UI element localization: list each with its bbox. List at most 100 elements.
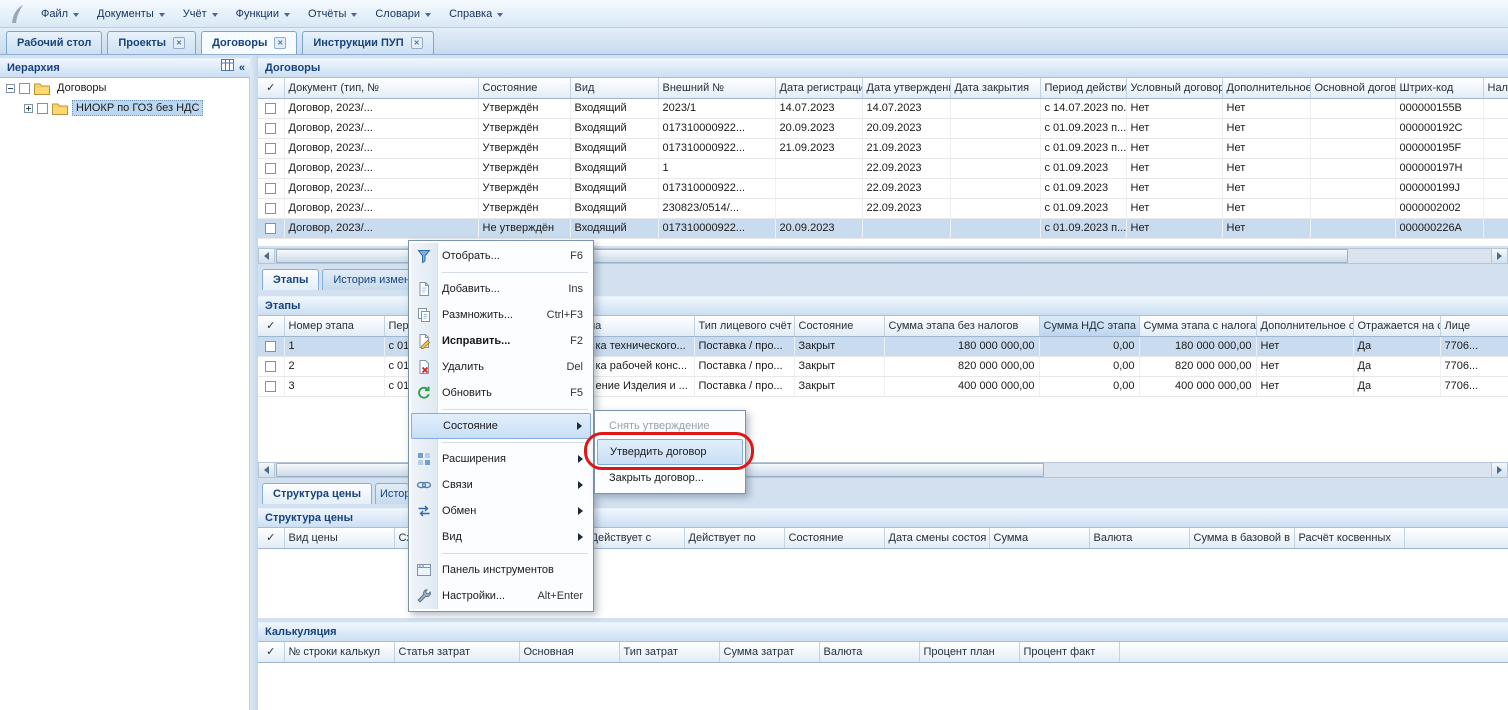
scroll-left-icon[interactable] bbox=[259, 249, 275, 263]
tree-node-niokr[interactable]: НИОКР по ГОЗ без НДС bbox=[0, 98, 249, 118]
tab-projects[interactable]: Проекты bbox=[107, 31, 196, 54]
column-header[interactable]: Основная bbox=[519, 642, 619, 662]
tab-pup-instructions[interactable]: Инструкции ПУП bbox=[302, 31, 433, 54]
menu-functions[interactable]: Функции bbox=[227, 4, 299, 24]
row-checkbox[interactable] bbox=[265, 123, 276, 134]
node-checkbox[interactable] bbox=[19, 83, 30, 94]
column-header[interactable]: Дата закрытия bbox=[950, 78, 1040, 98]
collapse-node-icon[interactable] bbox=[6, 84, 15, 93]
menu-item-view[interactable]: Вид bbox=[411, 524, 591, 550]
tab-contracts[interactable]: Договоры bbox=[201, 31, 297, 54]
table-row[interactable]: Договор, 2023/...УтверждёнВходящий017310… bbox=[258, 178, 1508, 198]
column-header[interactable] bbox=[1404, 528, 1508, 548]
column-header[interactable]: Дата утверждения bbox=[862, 78, 950, 98]
row-checkbox[interactable] bbox=[265, 203, 276, 214]
row-checkbox[interactable] bbox=[265, 223, 276, 234]
menu-item-close-contract[interactable]: Закрыть договор... bbox=[597, 465, 743, 491]
table-row[interactable]: Договор, 2023/...Не утверждёнВходящий017… bbox=[258, 218, 1508, 238]
menu-file[interactable]: Файл bbox=[32, 4, 88, 24]
collapse-panel-icon[interactable] bbox=[239, 59, 245, 77]
row-checkbox[interactable] bbox=[265, 163, 276, 174]
menu-item-edit[interactable]: Исправить...F2 bbox=[411, 328, 591, 354]
column-header[interactable]: Лице bbox=[1440, 316, 1508, 336]
column-header[interactable]: Действует с bbox=[586, 528, 684, 548]
row-checkbox[interactable] bbox=[265, 183, 276, 194]
column-header[interactable]: Вид bbox=[570, 78, 658, 98]
menu-help[interactable]: Справка bbox=[440, 4, 512, 24]
menu-item-filter[interactable]: Отобрать...F6 bbox=[411, 243, 591, 269]
column-header[interactable]: Состояние bbox=[784, 528, 884, 548]
row-checkbox[interactable] bbox=[265, 381, 276, 392]
select-all-header[interactable]: ✓ bbox=[258, 316, 284, 336]
menu-item-extensions[interactable]: Расширения bbox=[411, 446, 591, 472]
table-row[interactable]: Договор, 2023/...УтверждёнВходящий2023/1… bbox=[258, 98, 1508, 118]
close-tab-icon[interactable] bbox=[274, 37, 286, 49]
column-header[interactable]: Расчёт косвенных bbox=[1294, 528, 1404, 548]
hierarchy-view-icon[interactable] bbox=[221, 59, 234, 77]
tab-stages[interactable]: Этапы bbox=[262, 269, 319, 290]
column-header[interactable]: Сумма этапа с налогами bbox=[1139, 316, 1256, 336]
column-header[interactable]: Состояние bbox=[478, 78, 570, 98]
tree-node-contracts[interactable]: Договоры bbox=[0, 78, 249, 98]
panel-splitter[interactable] bbox=[250, 55, 258, 710]
column-header[interactable]: Валюта bbox=[1089, 528, 1189, 548]
column-header[interactable]: Внешний № bbox=[658, 78, 775, 98]
column-header[interactable]: Нало bbox=[1483, 78, 1508, 98]
column-header[interactable]: Условный договор bbox=[1126, 78, 1222, 98]
row-checkbox[interactable] bbox=[265, 341, 276, 352]
column-header[interactable]: Штрих-код bbox=[1395, 78, 1483, 98]
menu-item-refresh[interactable]: ОбновитьF5 bbox=[411, 380, 591, 406]
column-header[interactable]: Процент факт bbox=[1019, 642, 1119, 662]
menu-accounting[interactable]: Учёт bbox=[174, 4, 227, 24]
row-checkbox[interactable] bbox=[265, 143, 276, 154]
select-all-header[interactable]: ✓ bbox=[258, 528, 284, 548]
scroll-right-icon[interactable] bbox=[1491, 249, 1507, 263]
menu-item-delete[interactable]: УдалитьDel bbox=[411, 354, 591, 380]
node-checkbox[interactable] bbox=[37, 103, 48, 114]
column-header[interactable]: Тип затрат bbox=[619, 642, 719, 662]
row-checkbox[interactable] bbox=[265, 361, 276, 372]
column-header[interactable]: Сумма НДС этапа bbox=[1039, 316, 1139, 336]
column-header[interactable]: Документ (тип, № bbox=[284, 78, 478, 98]
menu-item-duplicate[interactable]: Размножить...Ctrl+F3 bbox=[411, 302, 591, 328]
tab-price-structure[interactable]: Структура цены bbox=[262, 483, 372, 504]
menu-item-state[interactable]: Состояние bbox=[411, 413, 591, 439]
column-header[interactable]: Сумма этапа без налогов bbox=[884, 316, 1039, 336]
column-header[interactable]: Валюта bbox=[819, 642, 919, 662]
table-row[interactable]: Договор, 2023/...УтверждёнВходящий017310… bbox=[258, 118, 1508, 138]
column-header[interactable]: Действует по bbox=[684, 528, 784, 548]
tab-price-history[interactable]: История изменений bbox=[375, 483, 409, 504]
menu-documents[interactable]: Документы bbox=[88, 4, 174, 24]
column-header[interactable]: Отражается на су bbox=[1353, 316, 1440, 336]
menu-item-toolbar-panel[interactable]: Панель инструментов bbox=[411, 557, 591, 583]
column-header[interactable]: № строки калькул bbox=[284, 642, 394, 662]
column-header[interactable]: Сумма в базовой в bbox=[1189, 528, 1294, 548]
column-header[interactable]: Вид цены bbox=[284, 528, 394, 548]
close-tab-icon[interactable] bbox=[173, 37, 185, 49]
menu-item-links[interactable]: Связи bbox=[411, 472, 591, 498]
menu-item-exchange[interactable]: Обмен bbox=[411, 498, 591, 524]
column-header[interactable]: Дополнительное с bbox=[1256, 316, 1353, 336]
column-header[interactable]: Основной договор bbox=[1310, 78, 1395, 98]
column-header[interactable]: Дата регистрации bbox=[775, 78, 862, 98]
row-checkbox[interactable] bbox=[265, 103, 276, 114]
menu-reports[interactable]: Отчёты bbox=[299, 4, 366, 24]
scroll-right-icon[interactable] bbox=[1491, 463, 1507, 477]
menu-item-approve-contract[interactable]: Утвердить договор bbox=[597, 439, 743, 465]
column-header[interactable]: Состояние bbox=[794, 316, 884, 336]
column-header[interactable]: Дополнительное с bbox=[1222, 78, 1310, 98]
tab-desktop[interactable]: Рабочий стол bbox=[6, 31, 102, 54]
menu-dictionaries[interactable]: Словари bbox=[366, 4, 440, 24]
close-tab-icon[interactable] bbox=[411, 37, 423, 49]
column-header[interactable]: Период действия... bbox=[1040, 78, 1126, 98]
column-header[interactable]: Статья затрат bbox=[394, 642, 519, 662]
scroll-left-icon[interactable] bbox=[259, 463, 275, 477]
table-row[interactable]: Договор, 2023/...УтверждёнВходящий122.09… bbox=[258, 158, 1508, 178]
select-all-header[interactable]: ✓ bbox=[258, 642, 284, 662]
table-row[interactable]: Договор, 2023/...УтверждёнВходящий017310… bbox=[258, 138, 1508, 158]
column-header[interactable]: Тип лицевого счёт bbox=[694, 316, 794, 336]
table-row[interactable]: Договор, 2023/...УтверждёнВходящий230823… bbox=[258, 198, 1508, 218]
column-header[interactable]: Номер этапа bbox=[284, 316, 384, 336]
menu-item-settings[interactable]: Настройки...Alt+Enter bbox=[411, 583, 591, 609]
select-all-header[interactable]: ✓ bbox=[258, 78, 284, 98]
